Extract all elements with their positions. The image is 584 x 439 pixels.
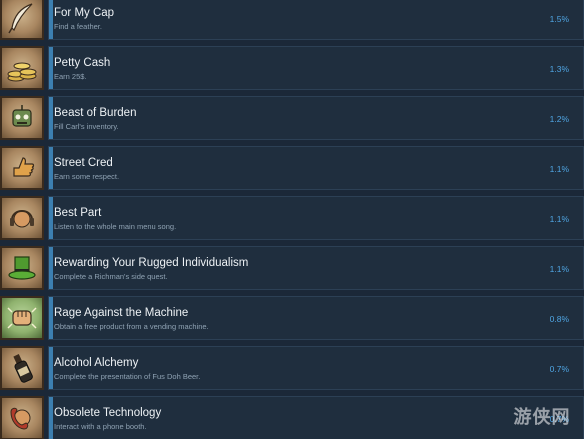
accent-bar xyxy=(49,197,53,239)
phone-icon xyxy=(0,396,44,439)
thumbs-up-icon xyxy=(0,146,44,190)
achievement-title: Beast of Burden xyxy=(54,107,137,119)
feather-icon xyxy=(0,0,44,40)
achievement-title: Best Part xyxy=(54,207,102,219)
achievement-title: Alcohol Alchemy xyxy=(54,357,139,369)
achievement-row[interactable]: Street Cred Earn some respect. 1.1% xyxy=(0,146,584,190)
achievement-title: For My Cap xyxy=(54,7,115,19)
unlock-percent: 0.8% xyxy=(549,314,569,324)
achievement-row[interactable]: Rewarding Your Rugged Individualism Comp… xyxy=(0,246,584,290)
accent-bar xyxy=(49,0,53,39)
achievement-row[interactable]: Best Part Listen to the whole main menu … xyxy=(0,196,584,240)
achievement-row[interactable]: Rage Against the Machine Obtain a free p… xyxy=(0,296,584,340)
achievement-description: Complete a Richman's side quest. xyxy=(54,272,168,281)
accent-bar xyxy=(49,397,53,439)
achievement-panel: Obsolete Technology Interact with a phon… xyxy=(48,396,584,439)
accent-bar xyxy=(49,147,53,189)
achievement-description: Find a feather. xyxy=(54,22,102,31)
accent-bar xyxy=(49,347,53,389)
achievement-panel: Street Cred Earn some respect. 1.1% xyxy=(48,146,584,190)
achievement-list: For My Cap Find a feather. 1.5% Petty Ca… xyxy=(0,0,584,439)
achievement-title: Obsolete Technology xyxy=(54,407,162,419)
achievement-description: Earn 25$. xyxy=(54,72,87,81)
achievement-title: Rewarding Your Rugged Individualism xyxy=(54,257,249,269)
unlock-percent: 0.7% xyxy=(549,414,569,424)
achievement-panel: Petty Cash Earn 25$. 1.3% xyxy=(48,46,584,90)
achievement-description: Earn some respect. xyxy=(54,172,120,181)
achievement-panel: Rewarding Your Rugged Individualism Comp… xyxy=(48,246,584,290)
accent-bar xyxy=(49,47,53,89)
achievement-description: Obtain a free product from a vending mac… xyxy=(54,322,209,331)
fist-icon xyxy=(0,296,44,340)
robot-icon xyxy=(0,96,44,140)
achievement-title: Street Cred xyxy=(54,157,113,169)
achievement-panel: Rage Against the Machine Obtain a free p… xyxy=(48,296,584,340)
achievement-panel: Alcohol Alchemy Complete the presentatio… xyxy=(48,346,584,390)
achievement-panel: Best Part Listen to the whole main menu … xyxy=(48,196,584,240)
achievement-description: Complete the presentation of Fus Doh Bee… xyxy=(54,372,201,381)
achievement-description: Listen to the whole main menu song. xyxy=(54,222,177,231)
accent-bar xyxy=(49,97,53,139)
beer-bottle-icon xyxy=(0,346,44,390)
accent-bar xyxy=(49,297,53,339)
coins-icon xyxy=(0,46,44,90)
unlock-percent: 0.7% xyxy=(549,364,569,374)
unlock-percent: 1.2% xyxy=(549,114,569,124)
achievement-description: Interact with a phone booth. xyxy=(54,422,147,431)
headphones-icon xyxy=(0,196,44,240)
unlock-percent: 1.5% xyxy=(549,14,569,24)
accent-bar xyxy=(49,247,53,289)
achievement-row[interactable]: For My Cap Find a feather. 1.5% xyxy=(0,0,584,40)
achievement-row[interactable]: Beast of Burden Fill Carl's inventory. 1… xyxy=(0,96,584,140)
achievement-title: Rage Against the Machine xyxy=(54,307,189,319)
achievement-description: Fill Carl's inventory. xyxy=(54,122,119,131)
unlock-percent: 1.1% xyxy=(549,164,569,174)
achievement-row[interactable]: Obsolete Technology Interact with a phon… xyxy=(0,396,584,439)
unlock-percent: 1.1% xyxy=(549,264,569,274)
achievement-title: Petty Cash xyxy=(54,57,111,69)
unlock-percent: 1.3% xyxy=(549,64,569,74)
unlock-percent: 1.1% xyxy=(549,214,569,224)
achievement-panel: Beast of Burden Fill Carl's inventory. 1… xyxy=(48,96,584,140)
achievement-row[interactable]: Petty Cash Earn 25$. 1.3% xyxy=(0,46,584,90)
achievement-panel: For My Cap Find a feather. 1.5% xyxy=(48,0,584,40)
achievement-row[interactable]: Alcohol Alchemy Complete the presentatio… xyxy=(0,346,584,390)
top-hat-icon xyxy=(0,246,44,290)
